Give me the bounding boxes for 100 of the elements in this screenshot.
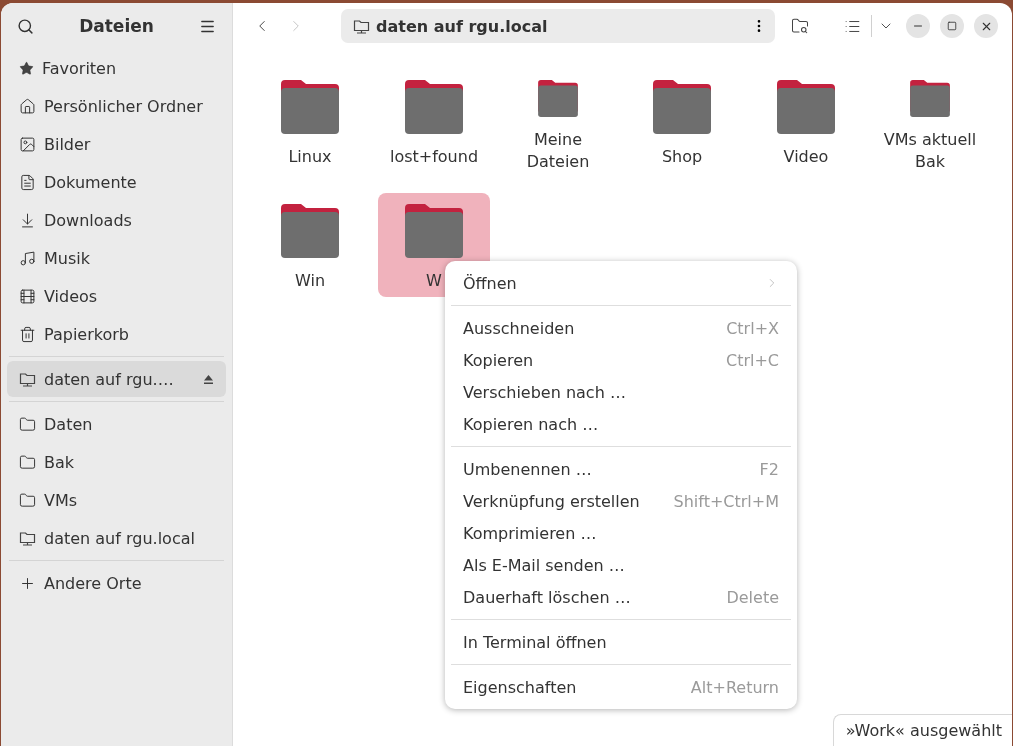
sidebar-item-label: Musik [44, 248, 91, 268]
menu-item[interactable]: Kopieren Ctrl+C [451, 344, 791, 376]
menu-item[interactable]: Als E-Mail senden … [451, 549, 791, 581]
maximize-icon [947, 21, 957, 31]
menu-item[interactable]: Verknüpfung erstellen Shift+Ctrl+M [451, 485, 791, 517]
menu-item-label: Dauerhaft löschen … [463, 587, 631, 607]
network-folder-icon [353, 17, 370, 35]
download-icon [19, 211, 36, 229]
sidebar-item[interactable]: Daten [7, 406, 226, 442]
menu-item-label: Als E-Mail senden … [463, 555, 625, 575]
close-button[interactable] [974, 14, 998, 38]
folder-item[interactable]: VMs aktuell Bak [874, 69, 986, 173]
folder-name: Video [783, 146, 829, 168]
menu-item-label: Kopieren [463, 350, 534, 370]
menu-item-label: Ausschneiden [463, 318, 575, 338]
status-label: »Work« ausgewählt [832, 714, 1012, 746]
menu-item-label: Verschieben nach … [463, 382, 626, 402]
menu-item[interactable]: Eigenschaften Alt+Return [451, 671, 791, 703]
folder-name: lost+found [389, 146, 479, 168]
menu-item[interactable]: Dauerhaft löschen … Delete [451, 581, 791, 613]
folder-icon [281, 80, 339, 134]
folder-name: Linux [288, 146, 332, 168]
folder-item[interactable]: Video [750, 69, 862, 173]
folder-name: Meine Dateien [525, 129, 591, 173]
network-folder-icon [19, 370, 36, 388]
sidebar-item-label: Persönlicher Ordner [44, 96, 204, 116]
sidebar-item[interactable]: Musik [7, 240, 226, 276]
sidebar-item-label: Dokumente [44, 172, 138, 192]
network-folder-icon [19, 529, 36, 547]
sidebar-item-label: daten auf rgu.… [44, 369, 175, 389]
maximize-button[interactable] [940, 14, 964, 38]
sidebar-item-label: Downloads [44, 210, 133, 230]
sidebar-item[interactable]: daten auf rgu.local [7, 520, 226, 556]
folder-icon [405, 80, 463, 134]
sidebar-item-label: Daten [44, 414, 94, 434]
sidebar-item[interactable]: Andere Orte [7, 565, 226, 601]
sidebar-item[interactable]: daten auf rgu.… [7, 361, 226, 397]
shortcut-label: Shift+Ctrl+M [673, 491, 779, 511]
folder-item[interactable]: Linux [254, 69, 366, 173]
menu-item[interactable]: Kopieren nach … [451, 408, 791, 440]
sidebar-item[interactable]: Papierkorb [7, 316, 226, 352]
menu-item-label: In Terminal öffnen [463, 632, 607, 652]
home-icon [19, 97, 36, 115]
menu-item[interactable]: Komprimieren … [451, 517, 791, 549]
sidebar-item[interactable]: Persönlicher Ordner [7, 88, 226, 124]
trash-icon [19, 325, 36, 343]
menu-item-label: Eigenschaften [463, 677, 577, 697]
sidebar-item-label: Videos [44, 286, 99, 306]
sidebar-item-label: Bilder [44, 134, 92, 154]
sidebar-item-label: daten auf rgu.local [44, 528, 196, 548]
shortcut-label: Delete [726, 587, 779, 607]
folder-icon [19, 453, 36, 471]
sidebar-item-label: VMs [44, 490, 79, 510]
menu-item[interactable]: Verschieben nach … [451, 376, 791, 408]
eject-icon[interactable] [203, 373, 214, 385]
menu-item-label: Verknüpfung erstellen [463, 491, 640, 511]
folder-icon [653, 80, 711, 134]
folder-search-icon [791, 17, 809, 35]
sidebar-item-label: Papierkorb [44, 324, 130, 344]
folder-item[interactable]: Meine Dateien [502, 69, 614, 173]
menu-item-label: Umbenennen … [463, 459, 592, 479]
folder-icon [405, 204, 463, 258]
sidebar-item[interactable]: VMs [7, 482, 226, 518]
menu-item[interactable]: Ausschneiden Ctrl+X [451, 312, 791, 344]
folder-icon [281, 204, 339, 258]
folder-icon [777, 80, 835, 134]
sidebar-item[interactable]: Downloads [7, 202, 226, 238]
folder-item[interactable]: Win [254, 193, 366, 297]
menu-item-label: Komprimieren … [463, 523, 597, 543]
search-icon[interactable] [17, 17, 34, 35]
menu-item-label: Kopieren nach … [463, 414, 599, 434]
music-icon [19, 249, 36, 267]
sidebar-item[interactable]: Dokumente [7, 164, 226, 200]
path-bar[interactable]: daten auf rgu.local [341, 9, 775, 43]
folder-name: W [426, 270, 442, 292]
sidebar-item-label: Favoriten [42, 58, 118, 78]
shortcut-label: F2 [759, 459, 779, 479]
film-icon [19, 287, 36, 305]
folder-icon [19, 415, 36, 433]
folder-item[interactable]: lost+found [378, 69, 490, 173]
sidebar-item[interactable]: Bilder [7, 126, 226, 162]
folder-name: VMs aktuell Bak [882, 129, 978, 173]
menu-item[interactable]: In Terminal öffnen [451, 626, 791, 658]
shortcut-label: Ctrl+X [726, 318, 779, 338]
sidebar-item[interactable]: Bak [7, 444, 226, 480]
menu-item[interactable]: Umbenennen … F2 [451, 453, 791, 485]
sidebar-item-label: Bak [44, 452, 76, 472]
sidebar-item[interactable]: Videos [7, 278, 226, 314]
minimize-button[interactable] [906, 14, 930, 38]
star-icon [19, 60, 34, 76]
sidebar-item-label: Andere Orte [44, 573, 143, 593]
path-text: daten auf rgu.local [376, 16, 549, 36]
document-icon [19, 173, 36, 191]
app-title: Dateien [79, 16, 154, 36]
shortcut-label: Alt+Return [690, 677, 779, 697]
folder-name: Win [294, 270, 326, 292]
folder-name: Shop [661, 146, 703, 168]
folder-icon [19, 491, 36, 509]
sidebar-item[interactable]: Favoriten [7, 50, 226, 86]
folder-item[interactable]: Shop [626, 69, 738, 173]
